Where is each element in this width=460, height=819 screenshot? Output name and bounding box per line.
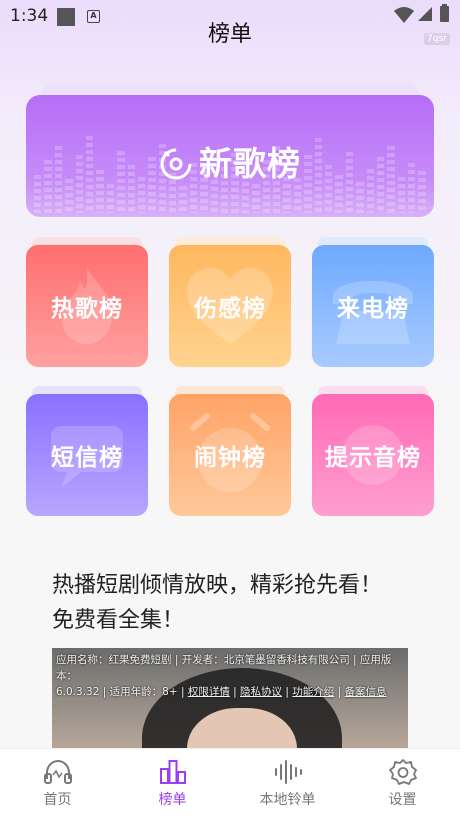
tab-label: 设置 xyxy=(388,792,417,808)
record-icon xyxy=(160,148,192,180)
ad-app-name: 红果免费短剧 xyxy=(108,654,172,666)
bottom-tab-bar: 首页 榜单 本地铃单 设置 xyxy=(0,748,460,819)
filing-link[interactable]: 备案信息 xyxy=(344,686,386,698)
card-label: 闹钟榜 xyxy=(194,445,266,471)
ad-headline[interactable]: 热播短剧倾情放映，精彩抢先看！ 免费看全集！ xyxy=(52,568,412,638)
soundwave-icon xyxy=(274,760,302,784)
permissions-link[interactable]: 权限详情 xyxy=(188,686,230,698)
headphones-icon xyxy=(43,759,72,784)
tab-charts[interactable]: 榜单 xyxy=(115,749,230,819)
features-link[interactable]: 功能介绍 xyxy=(292,686,334,698)
tab-label: 本地铃单 xyxy=(259,792,316,808)
tab-label: 榜单 xyxy=(158,792,187,808)
notification-tone-chart-card[interactable]: 提示音榜 xyxy=(312,394,434,516)
chart-bars-icon xyxy=(159,760,186,784)
ad-headline-line2: 免费看全集！ xyxy=(52,608,185,633)
card-label: 伤感榜 xyxy=(194,296,266,322)
privacy-link[interactable]: 隐私协议 xyxy=(240,686,282,698)
tab-label: 首页 xyxy=(43,792,72,808)
tab-local-ringtones[interactable]: 本地铃单 xyxy=(230,749,345,819)
tab-settings[interactable]: 设置 xyxy=(345,749,460,819)
page-title: 榜单 xyxy=(207,22,252,47)
hot-songs-chart-card[interactable]: 热歌榜 xyxy=(26,245,148,367)
card-label: 来电榜 xyxy=(337,296,409,322)
card-label: 热歌榜 xyxy=(51,296,123,322)
ad-headline-line1: 热播短剧倾情放映，精彩抢先看！ xyxy=(52,573,383,598)
alarm-tone-chart-card[interactable]: 闹钟榜 xyxy=(169,394,291,516)
banner-label: 新歌榜 xyxy=(199,144,301,183)
card-label: 短信榜 xyxy=(51,445,123,471)
gear-icon xyxy=(388,759,417,785)
card-label: 提示音榜 xyxy=(325,445,421,471)
ad-video-thumbnail[interactable]: 应用名称：红果免费短剧 | 开发者：北京笔墨留香科技有限公司 | 应用版本： 6… xyxy=(52,648,408,750)
new-songs-chart-banner[interactable]: 新歌榜 xyxy=(26,95,434,217)
sad-songs-chart-card[interactable]: 伤感榜 xyxy=(169,245,291,367)
tab-home[interactable]: 首页 xyxy=(0,749,115,819)
ringtone-chart-card[interactable]: 来电榜 xyxy=(312,245,434,367)
ad-app-info: 应用名称：红果免费短剧 | 开发者：北京笔墨留香科技有限公司 | 应用版本： 6… xyxy=(56,654,392,698)
sms-tone-chart-card[interactable]: 短信榜 xyxy=(26,394,148,516)
